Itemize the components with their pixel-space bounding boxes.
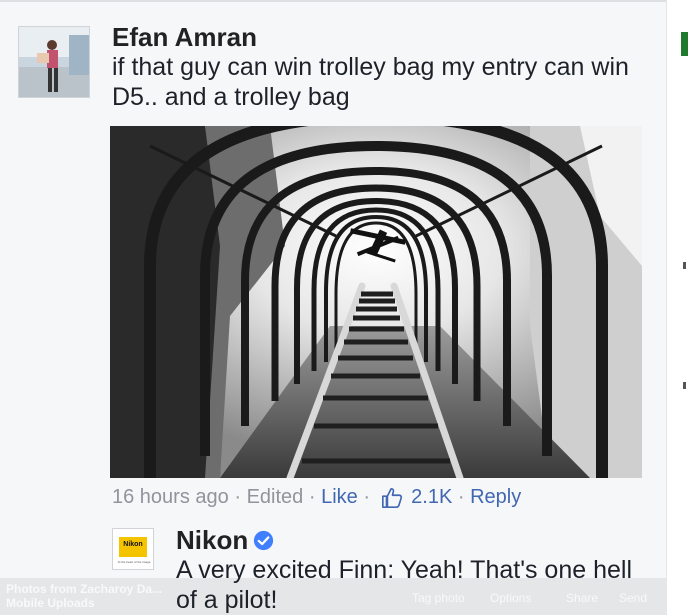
comment-timestamp[interactable]: 16 hours ago <box>112 486 229 508</box>
comment-edited-label[interactable]: Edited <box>247 486 304 508</box>
sidebar-thumbnail[interactable] <box>681 32 688 56</box>
album-info-line1: Photos from Zacharoy Da... <box>6 582 163 596</box>
commenter-avatar[interactable] <box>18 26 90 98</box>
right-sidebar-edge <box>666 0 688 615</box>
nikon-avatar[interactable]: Nikon At the heart of the image <box>112 528 154 570</box>
reaction-count[interactable]: 2.1K <box>411 486 452 508</box>
nikon-tagline: At the heart of the image <box>117 560 151 564</box>
meta-separator: · <box>363 486 371 509</box>
meta-separator: · <box>457 486 465 509</box>
album-info-line2: Mobile Uploads <box>6 596 95 610</box>
album-info[interactable]: Photos from Zacharoy Da... Mobile Upload… <box>6 582 162 610</box>
like-link[interactable]: Like <box>321 486 358 508</box>
sidebar-edge-mark <box>683 262 686 269</box>
top-divider <box>0 0 688 2</box>
thumbs-up-icon[interactable] <box>381 487 403 509</box>
send-button[interactable]: Send <box>619 591 647 605</box>
verified-badge-icon <box>253 530 274 551</box>
sidebar-edge-mark <box>683 382 686 389</box>
options-button[interactable]: Options <box>490 591 531 605</box>
reply-author-name[interactable]: Nikon <box>176 525 248 556</box>
comment-meta-row: 16 hours ago · Edited · Like · 2.1K · Re… <box>112 486 521 509</box>
share-button[interactable]: Share <box>566 591 598 605</box>
comment-text: if that guy can win trolley bag my entry… <box>112 53 629 111</box>
comment-photo[interactable] <box>110 126 642 478</box>
tag-photo-button[interactable]: Tag photo <box>412 591 465 605</box>
commenter-name[interactable]: Efan Amran <box>112 22 257 53</box>
nikon-logo-text: Nikon <box>123 541 143 548</box>
meta-separator: · <box>308 486 316 509</box>
meta-separator: · <box>234 486 241 509</box>
reply-link[interactable]: Reply <box>470 486 521 508</box>
